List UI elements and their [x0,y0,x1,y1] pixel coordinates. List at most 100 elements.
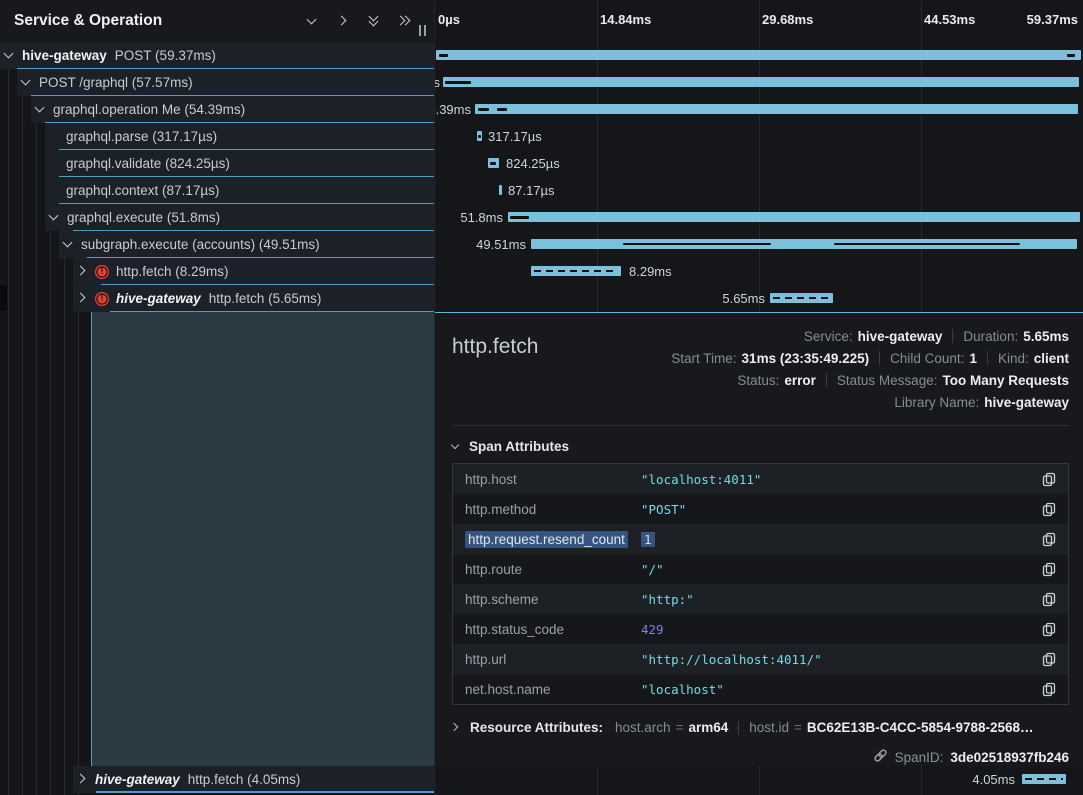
section-divider [452,425,1069,426]
copy-icon[interactable] [1026,622,1068,637]
bar-mark [1067,54,1075,57]
span-attributes-title: Span Attributes [469,439,569,454]
tree-row[interactable]: hive-gateway POST (59.37ms) [0,42,434,69]
tree-row[interactable]: http.fetch (8.29ms) [73,258,434,285]
span-bar[interactable] [1022,774,1066,784]
attribute-value: "localhost" [641,682,1026,697]
copy-icon[interactable] [1026,682,1068,697]
tree-row[interactable]: hive-gateway http.fetch (5.65ms) [73,285,434,312]
error-icon [95,265,109,279]
bar-duration: 317.17µs [488,123,542,150]
meta-label: Kind: [998,351,1029,366]
tree-row[interactable]: hive-gateway http.fetch (4.05ms) [73,766,434,793]
span-bar[interactable] [508,212,1080,222]
equals-sign: = [676,720,684,735]
span-title: http.fetch [452,325,538,413]
left-edge-notch [0,285,7,311]
attribute-row: http.status_code 429 [453,614,1068,644]
tree-row-service: hive-gateway [116,291,201,306]
copy-icon[interactable] [1026,532,1068,547]
chevron-right-icon [452,724,460,732]
chevron-down-icon[interactable] [36,105,45,114]
span-attributes-header[interactable]: Span Attributes [452,439,1069,454]
axis-tick: 14.84ms [600,12,651,27]
chevron-down-icon[interactable] [64,240,73,249]
tree-row[interactable]: subgraph.execute (accounts) (49.51ms) [59,231,434,258]
meta-label: Start Time: [671,351,736,366]
span-bar[interactable] [477,131,482,141]
chevron-right-icon[interactable] [78,267,87,276]
meta-value: 31ms (23:35:49.225) [742,351,870,366]
bar-duration: 4.05ms [955,766,1015,793]
span-id-row: SpanID: 3de02518937fb246 [452,748,1069,766]
chevron-right-icon[interactable] [78,775,87,784]
axis-tick: 29.68ms [762,12,813,27]
tree-header: Service & Operation [0,0,434,42]
copy-icon[interactable] [1026,472,1068,487]
expand-all-icon[interactable] [397,13,413,29]
span-bar[interactable] [436,50,1081,60]
tree-row[interactable]: graphql.parse (317.17µs) [45,123,434,150]
chevron-down-icon[interactable] [5,51,14,60]
copy-icon[interactable] [1026,592,1068,607]
span-bar[interactable] [531,266,621,276]
link-icon[interactable] [873,748,888,766]
bar-mark [497,108,507,111]
error-icon [95,292,109,306]
tree-row-service: hive-gateway [95,772,180,787]
tree-row-label: http.fetch (5.65ms) [209,291,322,306]
attribute-row: http.request.resend_count 1 [453,524,1068,554]
resource-value: BC62E13B-C4CC-5854-9788-2568… [807,720,1034,735]
span-bar[interactable] [499,185,502,195]
bar-duration: 87.17µs [508,177,555,204]
tree-row-label: graphql.execute (51.8ms) [67,210,220,225]
resource-key: host.id [749,720,789,735]
attribute-value: 429 [641,622,1026,637]
span-id-label: SpanID: [895,750,944,765]
attribute-value: "localhost:4011" [641,472,1026,487]
tree-row-label: graphql.operation Me (54.39ms) [53,102,245,117]
tree-row[interactable]: graphql.operation Me (54.39ms) [31,96,434,123]
panel-resize-handle[interactable] [419,25,426,36]
meta-label: Duration: [963,329,1018,344]
chevron-right-icon[interactable] [78,294,87,303]
meta-label: Status: [737,373,779,388]
tree-row[interactable]: graphql.validate (824.25µs) [45,150,434,177]
tree-row-label: POST /graphql (57.57ms) [39,75,193,90]
axis-tick: 59.37ms [1027,12,1078,27]
bar-mark [478,108,489,111]
selected-span-region [91,312,435,767]
attribute-key: http.host [453,472,641,487]
resource-attributes-header[interactable]: Resource Attributes: host.arch = arm64 h… [452,720,1069,735]
attribute-row: http.scheme "http:" [453,584,1068,614]
bar-mark [834,243,1020,245]
tree-row-service: hive-gateway [22,48,107,63]
span-bar[interactable] [770,293,833,303]
equals-sign: = [794,720,802,735]
chevron-down-icon[interactable] [22,78,31,87]
copy-icon[interactable] [1026,502,1068,517]
meta-value: client [1034,351,1069,366]
bar-duration: 57.57ms [435,69,440,96]
span-bar[interactable] [531,239,1077,249]
trace-viewer: 0µs 14.84ms 29.68ms 44.53ms 59.37ms 57.5… [0,0,1083,795]
copy-icon[interactable] [1026,652,1068,667]
bar-duration: 5.65ms [705,285,765,312]
span-bar[interactable] [488,158,499,168]
attribute-key: http.scheme [453,592,641,607]
bar-duration: 49.51ms [466,231,526,258]
meta-value: hive-gateway [858,329,943,344]
tree-row[interactable]: POST /graphql (57.57ms) [17,69,434,96]
tree-row[interactable]: graphql.execute (51.8ms) [45,204,434,231]
bar-mark [623,243,771,245]
tree-row[interactable]: graphql.context (87.17µs) [45,177,434,204]
meta-label: Child Count: [890,351,964,366]
span-bar[interactable] [443,77,1079,87]
collapse-one-icon[interactable] [304,13,320,29]
span-bar[interactable] [475,104,1078,114]
chevron-down-icon[interactable] [50,213,59,222]
meta-divider [952,329,953,343]
collapse-all-icon[interactable] [366,13,382,29]
expand-one-icon[interactable] [335,13,351,29]
copy-icon[interactable] [1026,562,1068,577]
